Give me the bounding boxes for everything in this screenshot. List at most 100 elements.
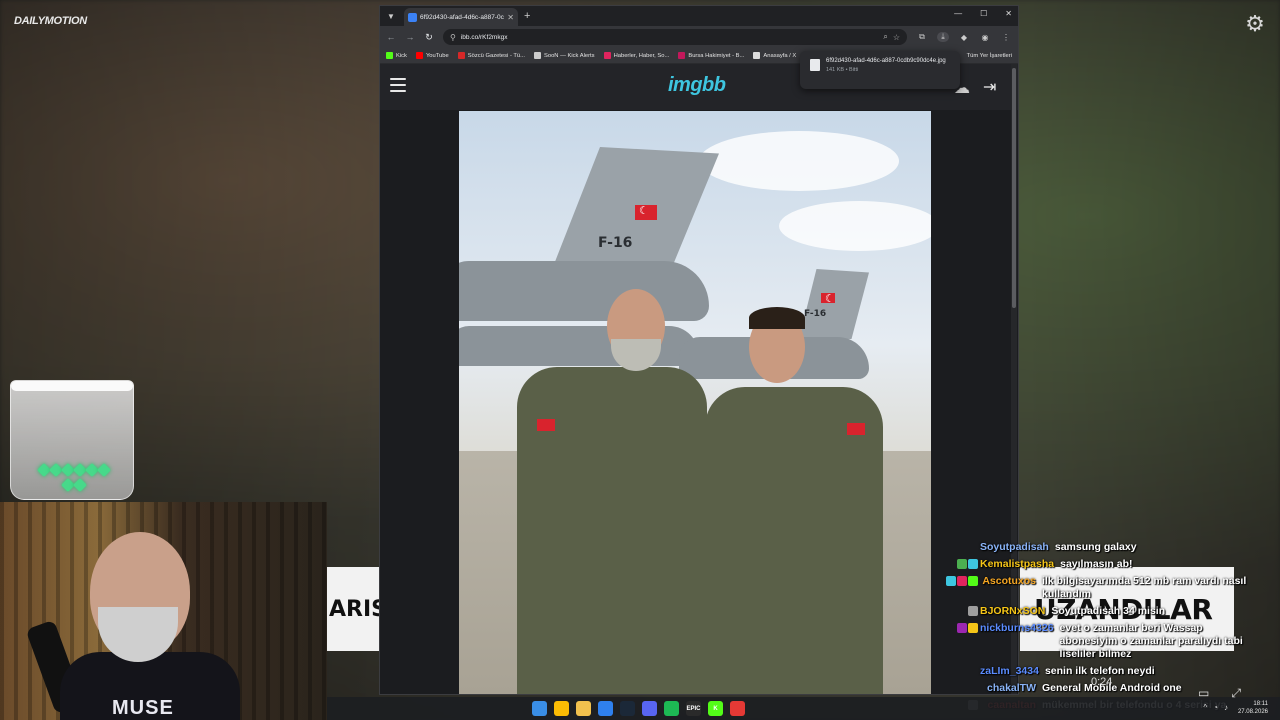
jet-tail-1 (549, 147, 719, 277)
start-taskbar-icon[interactable] (532, 701, 547, 716)
webcam-feed: MUSE (0, 502, 327, 720)
tail-text-2: F-16 (804, 309, 827, 319)
chrome-taskbar-icon[interactable] (554, 701, 569, 716)
chat-username[interactable]: BJORNxSON (980, 605, 1045, 618)
login-icon[interactable]: ⇥ (983, 77, 996, 97)
chat-username[interactable]: Kemalistpasha (980, 558, 1054, 571)
back-icon[interactable]: ← (386, 32, 396, 42)
address-bar[interactable]: ⚲ ibb.co/rKf2mkgx ⌕ ☆ (443, 29, 907, 45)
scrollbar-thumb[interactable] (1012, 68, 1016, 308)
profile-icon[interactable]: ◉ (979, 33, 991, 42)
bookmark-item[interactable]: Kick (386, 52, 407, 59)
cloud (699, 131, 899, 191)
forward-icon[interactable]: → (405, 32, 415, 42)
chat-message: nickburns4326 evet o zamanlar beri Wassap… (930, 622, 1260, 661)
glass-rim (11, 381, 133, 391)
shirt-text: MUSE (112, 697, 174, 719)
chat-text: sayılmasın ab! (1060, 558, 1133, 570)
bookmark-favicon-icon (533, 52, 541, 59)
bookmark-star-icon[interactable]: ☆ (893, 33, 900, 42)
imgbb-page: imgbb ☁ ⇥ F-16 F-16 (380, 64, 1018, 694)
new-tab-icon[interactable]: + (524, 10, 530, 22)
overlay-left-banner: ARIS (327, 567, 379, 651)
bookmark-item[interactable]: YouTube (415, 52, 449, 59)
close-window-icon[interactable]: ✕ (1005, 9, 1012, 18)
tab-close-icon[interactable]: ✕ (507, 13, 514, 22)
clock-date: 27.08.2026 (1237, 709, 1268, 715)
kick-taskbar-icon[interactable]: K (708, 701, 723, 716)
menu-dots-icon[interactable]: ⋮ (1000, 33, 1012, 42)
gem-icon (96, 462, 112, 478)
bookmark-label: Bursa Hakimiyet - B... (688, 52, 745, 59)
maximize-icon[interactable]: ☐ (980, 9, 987, 18)
chat-username[interactable]: zaLIm_3434 (980, 665, 1039, 678)
video-timer: 0:24 (1091, 676, 1113, 688)
app-red-taskbar-icon[interactable] (730, 701, 745, 716)
tab-search-icon[interactable]: ▼ (384, 12, 398, 21)
glass-widget (10, 380, 134, 500)
network-icon[interactable]: ◔ (1213, 703, 1218, 712)
chat-badges (930, 558, 980, 569)
taskbar-apps: EPIC K (532, 701, 745, 716)
chat-badges (930, 575, 980, 586)
browser-toolbar: ← → ↻ ⚲ ibb.co/rKf2mkgx ⌕ ☆ ⧉ ⤓ ◆ ◉ ⋮ (380, 26, 1018, 48)
bookmark-label: Sözcü Gazetesi - Tü... (467, 52, 525, 59)
tab-bar: ▼ 6f92d430-afad-4d6c-a887-0cdb ✕ + — ☐ ✕ (380, 6, 1018, 26)
zoom-icon[interactable]: ⌕ (883, 32, 887, 42)
tab-title: 6f92d430-afad-4d6c-a887-0cdb (420, 13, 505, 21)
chat-username[interactable]: Soyutpadisah (980, 541, 1049, 554)
gem-pile (36, 462, 112, 493)
spotify-taskbar-icon[interactable] (664, 701, 679, 716)
chat-text: Soyutpadisah 34 misin (1051, 605, 1166, 617)
steam-taskbar-icon[interactable] (620, 701, 635, 716)
chat-message: Soyutpadisah samsung galaxy (930, 541, 1260, 554)
user-badge-icon (957, 623, 967, 633)
chat-message: Kemalistpasha sayılmasın ab! (930, 558, 1260, 571)
user-badge-icon (968, 623, 978, 633)
chat-message: Ascotuxos ilk bilgisayarımda 512 mb ram v… (930, 575, 1260, 601)
bookmark-favicon-icon (415, 52, 423, 59)
chat-username[interactable]: Ascotuxos (980, 575, 1036, 588)
clock-time: 18:11 (1253, 701, 1268, 707)
pilot-right-hair (749, 307, 805, 329)
bookmark-item[interactable]: Bursa Hakimiyet - B... (678, 52, 744, 59)
extensions-icon[interactable]: ⧉ (916, 32, 928, 42)
bookmark-label: Anasayfa / X (763, 52, 797, 59)
bookmark-label: Haberler, Haber, So... (613, 52, 670, 59)
chat-username[interactable]: chakalTW (980, 682, 1036, 695)
epic-taskbar-icon[interactable]: EPIC (686, 701, 701, 716)
site-info-icon[interactable]: ⚲ (450, 33, 456, 42)
download-filename: 6f92d430-afad-4d6c-a887-0cdb9c90dc4e.jpg (826, 58, 946, 64)
extension-icon[interactable]: ◆ (958, 33, 970, 42)
tray-chevron-icon[interactable]: ^ (1203, 703, 1207, 712)
chat-text: ilk bilgisayarımda 512 mb ram vardı nası… (1042, 575, 1247, 600)
gem-icon (72, 477, 88, 493)
theater-mode-icon[interactable]: ▭ (1198, 686, 1209, 701)
volume-icon[interactable]: ♪ (1224, 703, 1228, 712)
app-blue-taskbar-icon[interactable] (598, 701, 613, 716)
downloads-icon[interactable]: ⤓ (937, 32, 949, 42)
fullscreen-icon[interactable]: ⤢ (1231, 686, 1241, 701)
taskbar-clock[interactable]: 18:11 27.08.2026 (1238, 700, 1268, 716)
explorer-taskbar-icon[interactable] (576, 701, 591, 716)
bookmark-item[interactable]: SooN — Kick Alerts (533, 52, 595, 59)
bookmark-item[interactable]: Sözcü Gazetesi - Tü... (457, 52, 525, 59)
bookmark-label: Kick (396, 52, 407, 59)
discord-taskbar-icon[interactable] (642, 701, 657, 716)
bookmark-item[interactable]: Haberler, Haber, So... (603, 52, 670, 59)
settings-gear-icon[interactable]: ⚙ (1244, 13, 1266, 35)
bookmark-label: SooN — Kick Alerts (543, 52, 595, 59)
bookmark-favicon-icon (457, 52, 465, 59)
user-badge-icon (957, 576, 967, 586)
download-bubble[interactable]: 6f92d430-afad-4d6c-a887-0cdb9c90dc4e.jpg… (800, 51, 960, 89)
tail-text-1: F-16 (598, 235, 633, 251)
chat-username[interactable]: nickburns4326 (980, 622, 1054, 635)
all-bookmarks[interactable]: Tüm Yer İşaretleri (967, 53, 1012, 59)
dailymotion-logo: DAILYMOTION (14, 15, 87, 27)
minimize-icon[interactable]: — (954, 9, 962, 18)
imgbb-logo[interactable]: imgbb (668, 74, 726, 97)
hamburger-menu-icon[interactable] (390, 78, 406, 92)
tab-active[interactable]: 6f92d430-afad-4d6c-a887-0cdb ✕ (404, 8, 518, 26)
reload-icon[interactable]: ↻ (424, 32, 434, 43)
bookmark-item[interactable]: Anasayfa / X (753, 52, 796, 59)
